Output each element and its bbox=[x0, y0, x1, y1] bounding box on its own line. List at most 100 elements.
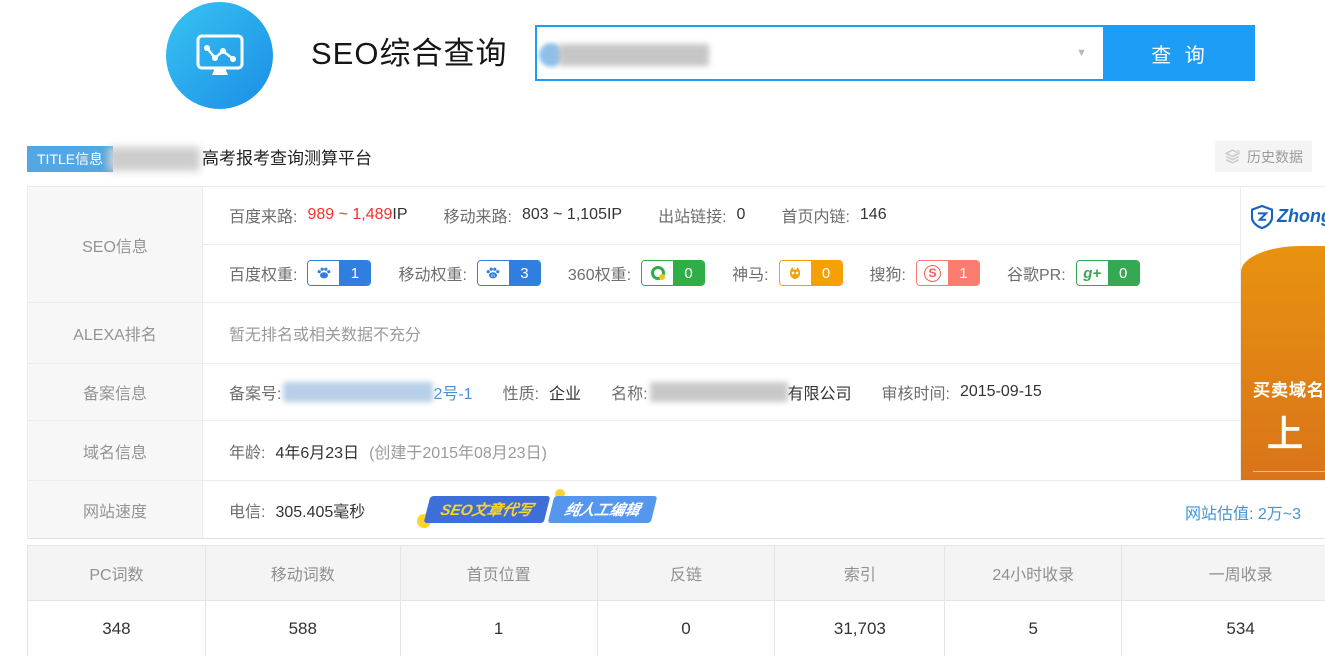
field-label: 百度来路: bbox=[229, 203, 297, 227]
google-pr-badge[interactable]: g+ 0 bbox=[1076, 260, 1140, 286]
baidu-mobile-paw-icon: m bbox=[478, 261, 509, 285]
beian-nature: 性质: 企业 bbox=[503, 380, 581, 404]
stats-value-row: 348 588 1 0 31,703 5 534 bbox=[28, 601, 1325, 656]
search-bar: ▼ 查 询 bbox=[535, 25, 1255, 81]
ad-line1: 买卖域名 bbox=[1253, 376, 1325, 401]
redacted-domain-text bbox=[559, 44, 709, 66]
field-label: 年龄: bbox=[229, 439, 265, 463]
stats-value: 0 bbox=[598, 601, 776, 656]
ad-orange-panel: 买卖域名 上 中介 bbox=[1241, 246, 1325, 480]
row-beian: 备案信息 备案号: 2号-1 性质: 企业 名称: 有限公司 审核时间: bbox=[28, 364, 1325, 421]
row-label: 网站速度 bbox=[28, 481, 203, 538]
row-label: ALEXA排名 bbox=[28, 303, 203, 363]
stats-header: 移动词数 bbox=[206, 546, 401, 600]
ad-banner-right-text: 纯人工编辑 bbox=[548, 496, 658, 523]
field-label: 百度权重: bbox=[229, 261, 297, 285]
badge-value: 0 bbox=[811, 261, 842, 285]
traffic-line: 百度来路: 989 ~ 1,489 IP 移动来路: 803 ~ 1,105 I… bbox=[203, 187, 1325, 245]
stats-value: 1 bbox=[401, 601, 598, 656]
field-unit: IP bbox=[607, 206, 622, 224]
ad-brand-text: Zhong bbox=[1277, 206, 1325, 227]
query-button[interactable]: 查 询 bbox=[1105, 25, 1255, 81]
row-seo-info: SEO信息 百度来路: 989 ~ 1,489 IP 移动来路: 803 ~ 1… bbox=[28, 187, 1325, 303]
badge-value: 3 bbox=[509, 261, 540, 285]
stats-header: 首页位置 bbox=[401, 546, 598, 600]
row-alexa: ALEXA排名 暂无排名或相关数据不充分 bbox=[28, 303, 1325, 364]
mobile-weight-badge[interactable]: m 3 bbox=[477, 260, 541, 286]
field-value: 2015-09-15 bbox=[960, 383, 1042, 401]
stats-value: 588 bbox=[206, 601, 401, 656]
shield-logo-icon bbox=[1251, 205, 1273, 229]
field-value: 803 ~ 1,105 bbox=[522, 206, 607, 224]
redacted-beian-number bbox=[283, 382, 433, 402]
shenma-weight-badge[interactable]: 0 bbox=[779, 260, 843, 286]
homepage-inner-links: 首页内链: 146 bbox=[781, 203, 886, 227]
domain-broker-ad[interactable]: Zhong 买卖域名 上 中介 bbox=[1240, 187, 1325, 480]
page-title: SEO综合查询 bbox=[311, 0, 507, 108]
field-label: 神马: bbox=[732, 261, 768, 285]
ad-logo-area: Zhong bbox=[1241, 187, 1325, 246]
stats-header: 24小时收录 bbox=[945, 546, 1122, 600]
field-value: 有限公司 bbox=[788, 380, 852, 404]
weights-line: 百度权重: 1 移动权重: m bbox=[203, 245, 1325, 303]
domain-age-value: 4年6月23日 bbox=[275, 439, 359, 463]
field-label: 移动权重: bbox=[398, 261, 466, 285]
stats-header: 反链 bbox=[598, 546, 776, 600]
mobile-weight: 移动权重: m 3 bbox=[398, 260, 540, 286]
telecom-speed-value: 305.405毫秒 bbox=[275, 498, 365, 522]
baidu-weight: 百度权重: 1 bbox=[229, 260, 371, 286]
field-label: 名称: bbox=[611, 380, 647, 404]
beian-company: 名称: 有限公司 bbox=[611, 380, 851, 404]
sogou-weight: 搜狗: S 1 bbox=[870, 260, 980, 286]
sogou-s-icon: S bbox=[917, 261, 948, 285]
badge-value: 0 bbox=[673, 261, 704, 285]
field-label: 审核时间: bbox=[882, 380, 950, 404]
field-label: 首页内链: bbox=[781, 203, 849, 227]
site-valuation-link[interactable]: 网站估值: 2万~3 bbox=[1185, 500, 1301, 524]
field-label: 出站链接: bbox=[658, 203, 726, 227]
shenma-owl-icon bbox=[780, 261, 811, 285]
title-info-badge: TITLE信息 bbox=[27, 146, 113, 172]
row-label: 域名信息 bbox=[28, 421, 203, 480]
alexa-status-text: 暂无排名或相关数据不充分 bbox=[229, 321, 421, 345]
google-pr: 谷歌PR: g+ 0 bbox=[1007, 260, 1140, 286]
valuation-value: 2万~3 bbox=[1258, 506, 1301, 523]
badge-value: 1 bbox=[948, 261, 979, 285]
ad-line3: 中介 bbox=[1253, 471, 1325, 480]
baidu-paw-icon bbox=[308, 261, 339, 285]
sogou-weight-badge[interactable]: S 1 bbox=[916, 260, 980, 286]
row-domain: 域名信息 年龄: 4年6月23日 (创建于2015年08月23日) bbox=[28, 421, 1325, 481]
field-label: 360权重: bbox=[568, 261, 631, 285]
baidu-traffic: 百度来路: 989 ~ 1,489 IP bbox=[229, 203, 408, 227]
domain-created-note: (创建于2015年08月23日) bbox=[369, 439, 547, 463]
keyword-stats-table: PC词数 移动词数 首页位置 反链 索引 24小时收录 一周收录 348 588… bbox=[27, 545, 1325, 656]
baidu-weight-badge[interactable]: 1 bbox=[307, 260, 371, 286]
row-label: 备案信息 bbox=[28, 364, 203, 420]
shenma-weight: 神马: 0 bbox=[732, 260, 842, 286]
field-value: 989 ~ 1,489 bbox=[307, 206, 392, 224]
valuation-label: 网站估值: bbox=[1185, 506, 1253, 523]
stats-header: 一周收录 bbox=[1122, 546, 1325, 600]
field-label: 备案号: bbox=[229, 380, 281, 404]
field-unit: IP bbox=[392, 206, 407, 224]
row-label: SEO信息 bbox=[28, 187, 203, 302]
redacted-company-name bbox=[650, 382, 788, 402]
chevron-down-icon[interactable]: ▼ bbox=[1076, 27, 1087, 79]
seo-info-table: SEO信息 百度来路: 989 ~ 1,489 IP 移动来路: 803 ~ 1… bbox=[27, 186, 1325, 539]
stats-header: 索引 bbox=[775, 546, 945, 600]
so360-weight-badge[interactable]: 0 bbox=[641, 260, 705, 286]
badge-value: 1 bbox=[339, 261, 370, 285]
stats-value: 31,703 bbox=[775, 601, 945, 656]
field-value: 企业 bbox=[549, 380, 581, 404]
seo-writing-ad-banner[interactable]: SEO文章代写 纯人工编辑 bbox=[427, 496, 654, 523]
mobile-traffic: 移动来路: 803 ~ 1,105 IP bbox=[444, 203, 623, 227]
so360-weight: 360权重: 0 bbox=[568, 260, 705, 286]
field-value: 146 bbox=[860, 206, 887, 224]
history-data-button[interactable]: 历史数据 bbox=[1215, 141, 1312, 172]
stats-value: 5 bbox=[945, 601, 1122, 656]
beian-number-link[interactable]: 2号-1 bbox=[433, 380, 472, 404]
search-input[interactable]: ▼ bbox=[535, 25, 1105, 81]
stats-value: 534 bbox=[1122, 601, 1325, 656]
outbound-links: 出站链接: 0 bbox=[658, 203, 745, 227]
ad-line2: 上 bbox=[1253, 405, 1325, 457]
